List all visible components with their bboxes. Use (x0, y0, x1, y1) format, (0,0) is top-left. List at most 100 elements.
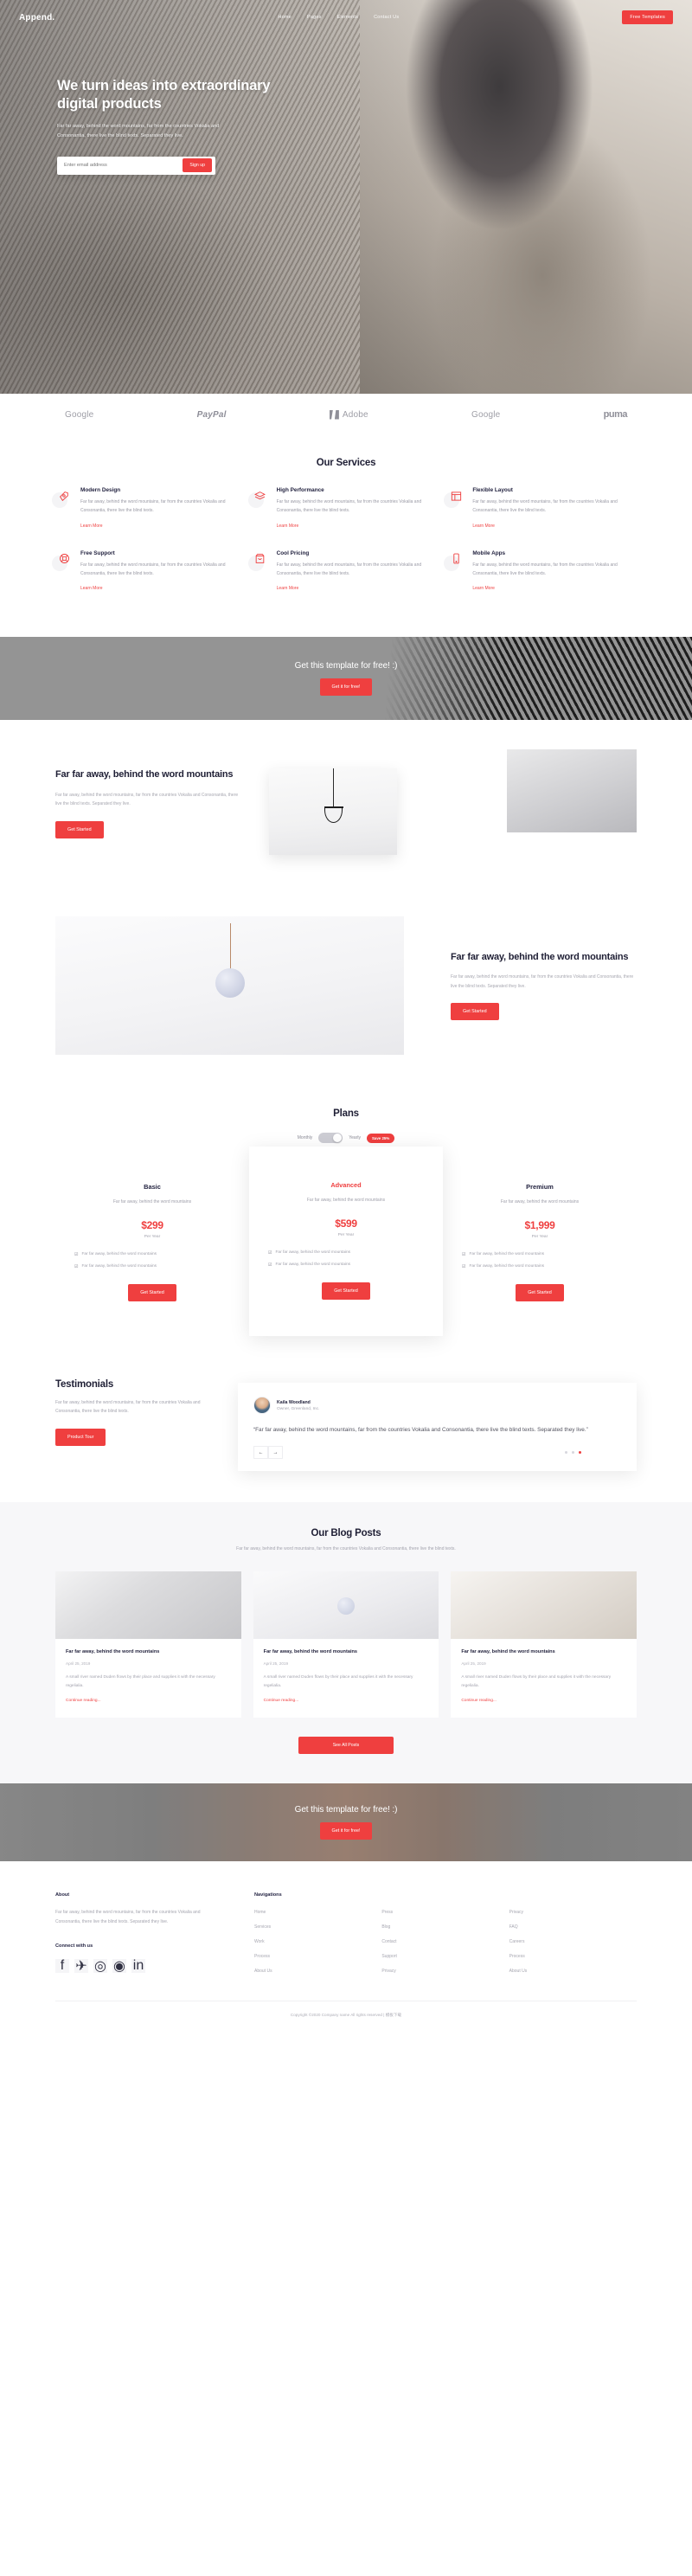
blog-post-card[interactable]: Far far away, behind the word mountains … (253, 1571, 439, 1718)
pendant-lamp-image (55, 916, 404, 1055)
feature-one-text: Far far away, behind the word mountains … (55, 768, 241, 838)
lamp-cord (332, 768, 334, 806)
email-input[interactable] (64, 163, 183, 169)
service-learn-more-link[interactable]: Learn More (277, 524, 299, 529)
plan-name: Premium (526, 1183, 554, 1191)
service-learn-more-link[interactable]: Learn More (277, 586, 299, 591)
service-learn-more-link[interactable]: Learn More (472, 524, 495, 529)
footer-link-privacy-2[interactable]: Privacy (509, 1910, 637, 1915)
cta-two-get-it-free-button[interactable]: Get it for free! (319, 1822, 373, 1840)
feature-two-get-started-button[interactable]: Get Started (451, 1003, 499, 1021)
site-footer: About Far far away, behind the word moun… (0, 1861, 692, 2001)
feature-two-images (55, 916, 428, 1055)
check-icon: ☑ (462, 1251, 466, 1257)
blog-post-continue-link[interactable]: Continue reading... (264, 1699, 299, 1703)
feature-one-get-started-button[interactable]: Get Started (55, 820, 104, 838)
brand-logo-google-1: Google (65, 409, 94, 420)
pen-nib-icon (52, 487, 73, 508)
carousel-dot-3[interactable] (579, 1451, 581, 1455)
blog-title: Our Blog Posts (311, 1528, 381, 1539)
blog-post-card[interactable]: Far far away, behind the word mountains … (451, 1571, 637, 1718)
footer-link-faq[interactable]: FAQ (509, 1924, 637, 1930)
signup-button[interactable]: Sign up (183, 158, 212, 173)
footer-link-careers[interactable]: Careers (509, 1939, 637, 1944)
footer-link-contact[interactable]: Contact (381, 1939, 509, 1944)
service-title: High Performance (276, 487, 324, 493)
nav-item-home[interactable]: Home (278, 15, 291, 20)
plan-get-started-button[interactable]: Get Started (516, 1284, 564, 1301)
nav-item-contact-us[interactable]: Contact Us (374, 15, 399, 20)
brand-logo-google-2: Google (471, 409, 501, 420)
footer-social-links: f ✈ ◎ ◉ in (55, 1958, 220, 1974)
footer-link-about-us-2[interactable]: About Us (509, 1969, 637, 1974)
plan-description: Far far away, behind the word mountains (500, 1199, 580, 1204)
blog-post-excerpt: A small river named Duden flows by their… (263, 1675, 413, 1688)
brand-logo-adobe: Adobe (330, 410, 368, 420)
service-card-mobile-apps: Mobile Apps Far far away, behind the wor… (444, 550, 637, 594)
service-learn-more-link[interactable]: Learn More (80, 586, 103, 591)
service-text: Far far away, behind the word mountains,… (472, 499, 618, 514)
footer-connect-title: Connect with us (55, 1943, 93, 1949)
blog-post-card[interactable]: Far far away, behind the word mountains … (55, 1571, 241, 1718)
plan-get-started-button[interactable]: Get Started (322, 1282, 370, 1300)
footer-nav-column-3: Privacy FAQ Careers Process About Us (509, 1910, 637, 1983)
carousel-dot-2[interactable] (572, 1451, 574, 1455)
blog-post-title: Far far away, behind the word mountains (263, 1649, 358, 1655)
adobe-icon (330, 410, 339, 420)
footer-link-process[interactable]: Process (254, 1954, 381, 1959)
product-tour-button[interactable]: Product Tour (55, 1428, 106, 1446)
facebook-icon[interactable]: f (55, 1958, 69, 1973)
footer-link-work[interactable]: Work (254, 1939, 381, 1944)
dribbble-icon[interactable]: ◉ (112, 1958, 126, 1974)
see-all-posts-button[interactable]: See All Posts (298, 1737, 394, 1755)
service-learn-more-link[interactable]: Learn More (80, 524, 103, 529)
testimonial-author-role: Owner, Greenland, Inc. (277, 1406, 320, 1411)
footer-link-about-us[interactable]: About Us (254, 1969, 381, 1974)
billing-toggle-row: Monthly Yearly Save 25% (0, 1133, 692, 1143)
service-title: Flexible Layout (472, 487, 513, 493)
linkedin-icon[interactable]: in (131, 1958, 145, 1973)
feature-one-images (264, 749, 637, 858)
check-icon: ☑ (268, 1249, 272, 1256)
blog-cta-row: See All Posts (0, 1737, 692, 1755)
testimonial-person: Kaila Woodland Owner, Greenland, Inc. (253, 1397, 621, 1414)
pendant-cord (229, 923, 231, 972)
lamp-shade (324, 806, 343, 823)
service-learn-more-link[interactable]: Learn More (472, 586, 495, 591)
service-card-modern-design: Modern Design Far far away, behind the w… (52, 487, 245, 531)
cta-banner-section: Get this template for free! :) Get it fo… (0, 637, 692, 720)
blog-post-date: April 25, 2019 (263, 1661, 289, 1667)
twitter-icon[interactable]: ✈ (74, 1958, 88, 1974)
footer-link-support[interactable]: Support (381, 1954, 509, 1959)
footer-link-blog[interactable]: Blog (381, 1924, 509, 1930)
footer-link-home[interactable]: Home (254, 1910, 381, 1915)
arrow-right-icon[interactable]: → (268, 1446, 283, 1460)
footer-link-process-2[interactable]: Process (509, 1954, 637, 1959)
blog-post-continue-link[interactable]: Continue reading... (461, 1699, 497, 1703)
blog-post-date: April 25, 2019 (66, 1661, 91, 1667)
testimonial-controls: ← → (253, 1446, 621, 1460)
instagram-icon[interactable]: ◎ (93, 1958, 107, 1974)
footer-link-privacy[interactable]: Privacy (381, 1969, 509, 1974)
footer-nav-column-2: Press Blog Contact Support Privacy (381, 1910, 509, 1983)
nav-item-pages[interactable]: Pages (307, 15, 322, 20)
footer-link-services[interactable]: Services (254, 1924, 381, 1930)
blog-post-continue-link[interactable]: Continue reading... (66, 1699, 101, 1703)
hero-subtitle: Far far away, behind the word mountains,… (57, 124, 220, 139)
plans-grid: Basic Far far away, behind the word moun… (0, 1143, 692, 1336)
free-templates-button[interactable]: Free Templates (622, 10, 673, 24)
feature-two-heading: Far far away, behind the word mountains (451, 951, 629, 962)
arrow-left-icon[interactable]: ← (253, 1446, 268, 1460)
plan-get-started-button[interactable]: Get Started (128, 1284, 176, 1301)
blog-grid: Far far away, behind the word mountains … (0, 1554, 692, 1718)
blog-post-image (253, 1571, 439, 1640)
billing-period-toggle[interactable] (318, 1133, 343, 1143)
plan-feature-text: Far far away, behind the word mountains (275, 1262, 351, 1267)
plan-name: Basic (144, 1183, 161, 1191)
carousel-dot-1[interactable] (565, 1451, 567, 1455)
layers-icon (247, 487, 269, 508)
plan-description: Far far away, behind the word mountains (306, 1198, 386, 1203)
brand-logo[interactable]: Append. (19, 13, 54, 22)
nav-item-elements[interactable]: Elements (337, 15, 359, 20)
footer-link-press[interactable]: Press (381, 1910, 509, 1915)
